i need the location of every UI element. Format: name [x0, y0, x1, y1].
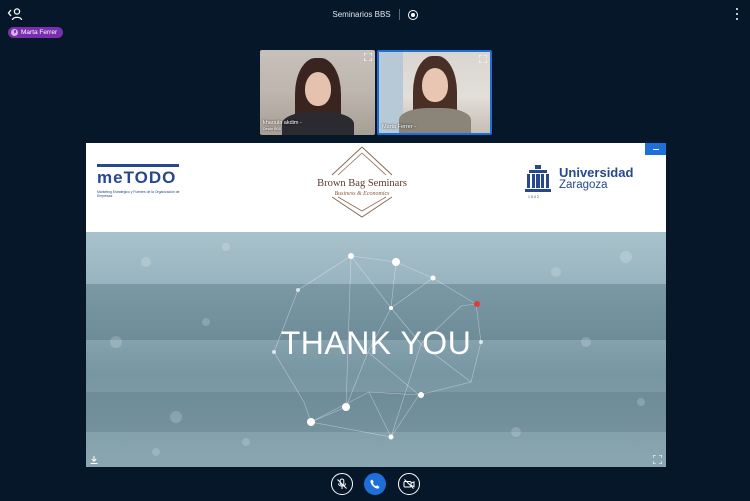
mic-muted-icon: [337, 478, 347, 489]
download-icon[interactable]: [90, 456, 98, 464]
mic-icon: [11, 29, 18, 36]
top-bar: Seminarios BBS: [0, 0, 750, 28]
bbs-title: Brown Bag Seminars: [317, 178, 407, 189]
participant-name: Marta Ferrer: [382, 124, 413, 130]
action-bar: [0, 473, 750, 497]
participant-extra: -: [414, 124, 416, 130]
slide-body: THANK YOU: [86, 232, 666, 467]
bbs-subtitle: Business & Economics: [334, 191, 390, 197]
video-tile-khaoula[interactable]: khaoula akdim - Desde BBS: [260, 50, 375, 135]
expand-icon[interactable]: [364, 53, 372, 61]
title-divider: [398, 9, 400, 20]
more-vertical-icon[interactable]: [735, 8, 739, 20]
participant-name: khaoula akdim: [263, 120, 299, 126]
unizar-logo: Universidad Zaragoza 1542: [525, 165, 645, 205]
phone-icon: [370, 479, 380, 489]
camera-off-icon: [403, 479, 415, 489]
mute-button[interactable]: [331, 473, 353, 495]
metodo-logo: meTODO Marketing Estrategico y Fuentes d…: [97, 164, 183, 198]
talker-name: Marta Ferrer: [21, 29, 58, 36]
talking-indicator[interactable]: Marta Ferrer: [8, 27, 64, 38]
university-crest-icon: [525, 165, 551, 192]
university-city: Zaragoza: [559, 179, 608, 191]
university-year: 1542: [528, 195, 540, 199]
record-icon[interactable]: [407, 9, 418, 20]
slide-title: THANK YOU: [280, 325, 472, 361]
university-name: Universidad: [559, 165, 634, 180]
video-tile-marta[interactable]: Marta Ferrer -: [377, 50, 492, 135]
camera-button[interactable]: [398, 473, 420, 495]
expand-icon[interactable]: [479, 55, 487, 63]
presentation-area: meTODO Marketing Estrategico y Fuentes d…: [86, 143, 666, 467]
metodo-word: meTODO: [97, 168, 177, 187]
metodo-subtitle: Marketing Estrategico y Fuentes de la Or…: [97, 190, 180, 199]
participant-subtitle: Desde BBS: [263, 127, 282, 131]
slide-header: meTODO Marketing Estrategico y Fuentes d…: [86, 143, 666, 232]
bbs-logo: Brown Bag Seminars Business & Economics: [292, 145, 432, 227]
minimize-icon[interactable]: [645, 143, 666, 155]
meeting-title: Seminarios BBS: [332, 10, 391, 19]
fullscreen-icon[interactable]: [653, 455, 662, 464]
leave-audio-button[interactable]: [364, 473, 386, 495]
participant-extra: -: [300, 120, 302, 126]
